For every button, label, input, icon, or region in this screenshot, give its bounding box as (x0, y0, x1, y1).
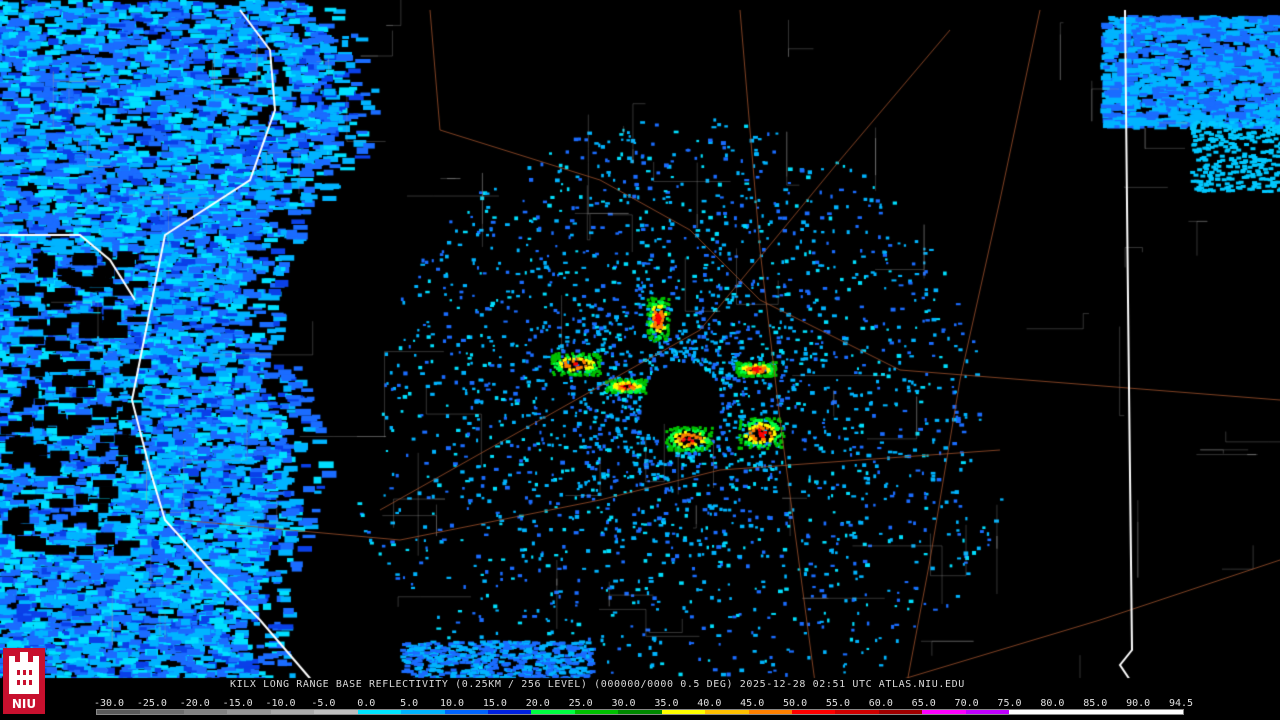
castle-icon (3, 648, 45, 698)
scale-swatch (749, 710, 792, 714)
scale-swatch (1009, 710, 1052, 714)
scale-swatch (705, 710, 748, 714)
scale-swatch (227, 710, 270, 714)
scale-label: 60.0 (869, 698, 893, 709)
scale-swatch (358, 710, 401, 714)
scale-swatch (488, 710, 531, 714)
scale-label: 25.0 (569, 698, 593, 709)
scale-label: 5.0 (400, 698, 418, 709)
scale-label: -15.0 (223, 698, 253, 709)
scale-swatch (966, 710, 1009, 714)
radar-map (0, 0, 1280, 720)
scale-swatch (401, 710, 444, 714)
scale-swatch (271, 710, 314, 714)
scale-swatch (662, 710, 705, 714)
scale-swatch (140, 710, 183, 714)
scale-label: 75.0 (997, 698, 1021, 709)
scale-label: 90.0 (1126, 698, 1150, 709)
color-scale-bar (96, 709, 1184, 715)
scale-swatch (531, 710, 574, 714)
scale-swatch (792, 710, 835, 714)
scale-swatch (618, 710, 661, 714)
scale-label: 20.0 (526, 698, 550, 709)
scale-swatch (835, 710, 878, 714)
scale-label: 80.0 (1040, 698, 1064, 709)
logo-text: NIU (3, 697, 45, 711)
scale-label: 40.0 (697, 698, 721, 709)
scale-swatch (1140, 710, 1183, 714)
scale-label: -5.0 (311, 698, 335, 709)
scale-label: 50.0 (783, 698, 807, 709)
scale-swatch (1096, 710, 1139, 714)
scale-swatch (314, 710, 357, 714)
scale-label: 70.0 (955, 698, 979, 709)
scale-label: 35.0 (654, 698, 678, 709)
scale-swatch (445, 710, 488, 714)
scale-label: 30.0 (612, 698, 636, 709)
radar-product-title: KILX LONG RANGE BASE REFLECTIVITY (0.25K… (230, 679, 965, 690)
scale-label: 10.0 (440, 698, 464, 709)
scale-label: -10.0 (265, 698, 295, 709)
scale-label: 55.0 (826, 698, 850, 709)
scale-label: 85.0 (1083, 698, 1107, 709)
scale-label: -30.0 (94, 698, 124, 709)
scale-label: 45.0 (740, 698, 764, 709)
scale-label: 15.0 (483, 698, 507, 709)
scale-swatch (97, 710, 140, 714)
color-scale-labels: -30.0 -25.0 -20.0 -15.0 -10.0 -5.0 0.0 5.0 10.0 1… (95, 698, 1195, 709)
scale-label: -20.0 (180, 698, 210, 709)
scale-label: 0.0 (357, 698, 375, 709)
niu-logo: NIU (3, 648, 45, 714)
scale-swatch (922, 710, 965, 714)
scale-label: 94.5 (1169, 698, 1193, 709)
scale-label: 65.0 (912, 698, 936, 709)
scale-label: -25.0 (137, 698, 167, 709)
scale-swatch (879, 710, 922, 714)
scale-swatch (1053, 710, 1096, 714)
scale-swatch (184, 710, 227, 714)
scale-swatch (575, 710, 618, 714)
